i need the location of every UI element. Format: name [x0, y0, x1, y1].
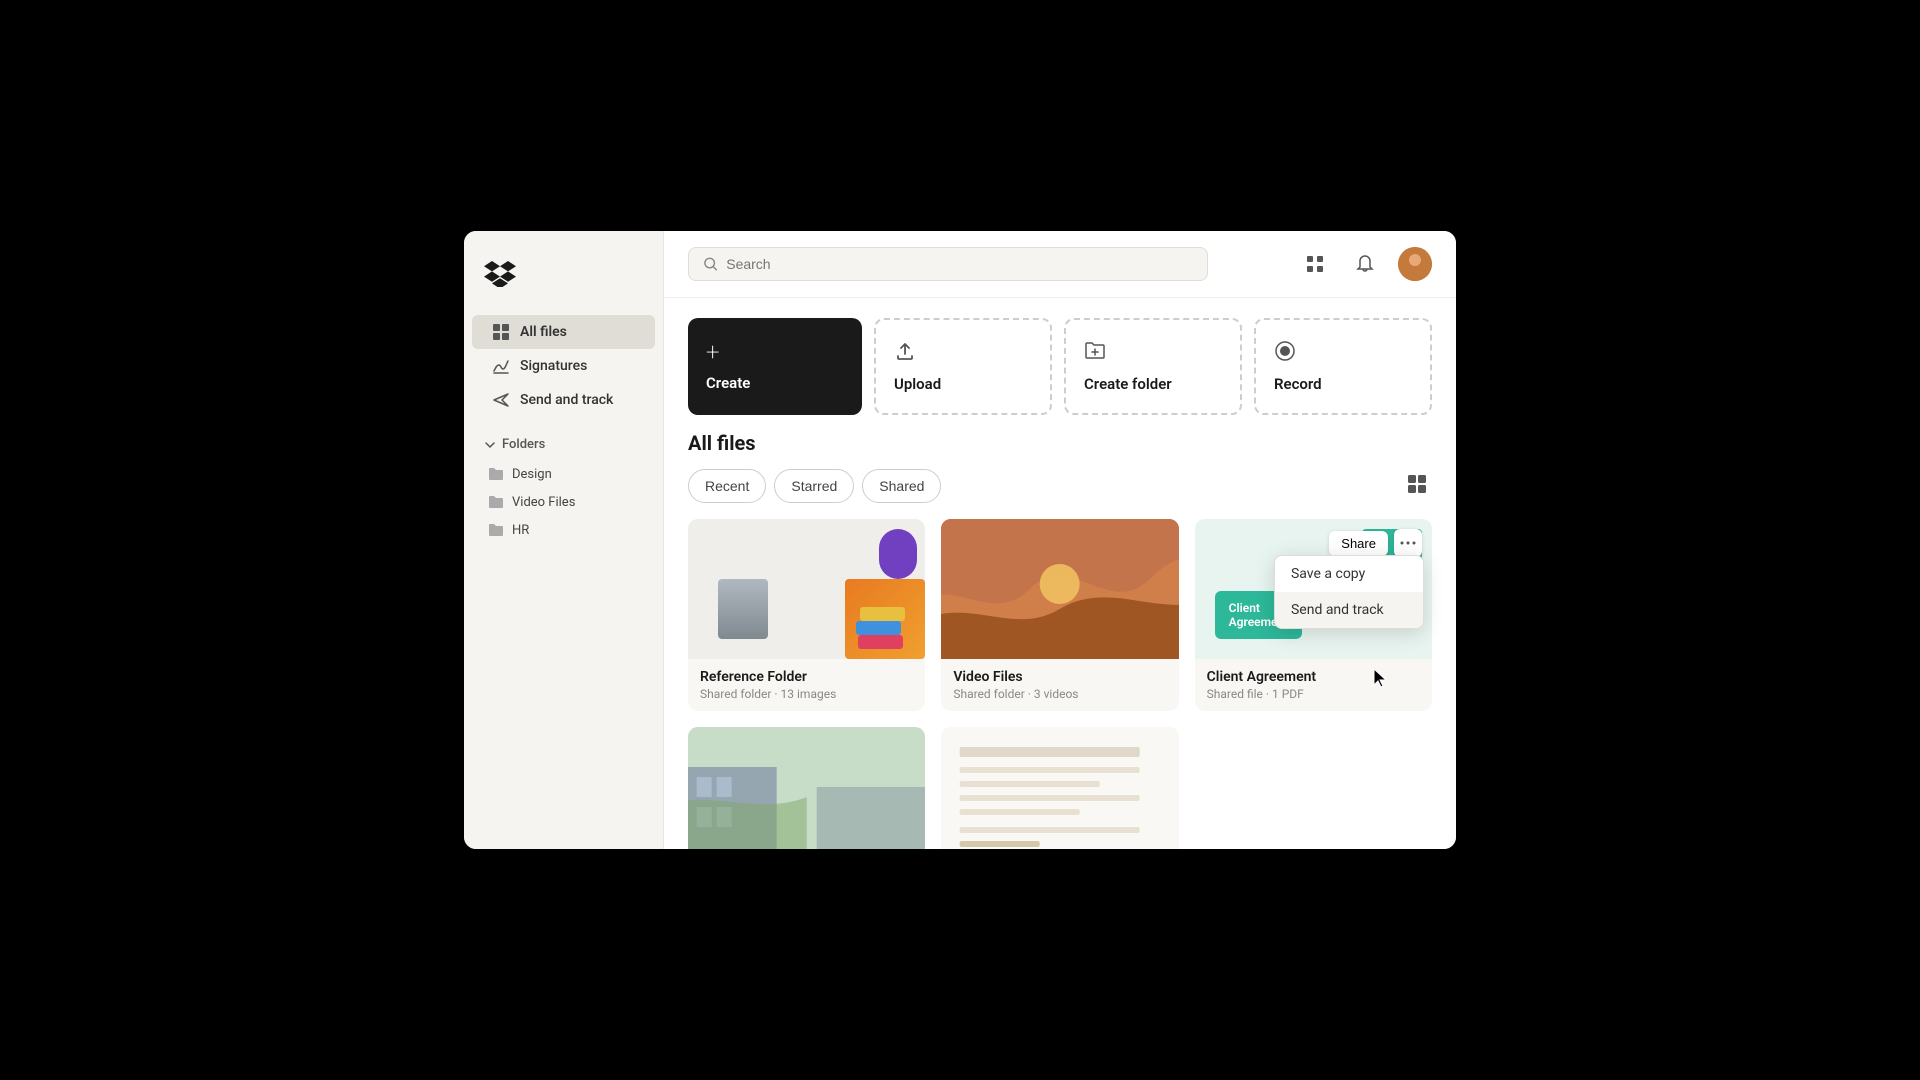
- sidebar-item-signatures-label: Signatures: [520, 358, 587, 374]
- file-name: Video Files: [953, 669, 1166, 685]
- record-icon: [1274, 340, 1296, 367]
- search-input[interactable]: [726, 256, 1193, 272]
- file-thumbnail-bottom-2: [941, 727, 1178, 849]
- folder-hr-label: HR: [512, 523, 529, 538]
- layer-red: [858, 635, 903, 649]
- folder-design[interactable]: Design: [484, 460, 643, 488]
- create-label: Create: [706, 374, 750, 392]
- header: [664, 231, 1456, 298]
- ellipsis-icon: [1400, 541, 1416, 545]
- dropbox-logo-icon: [484, 259, 516, 287]
- sidebar: All files Signatures Send and track: [464, 231, 664, 849]
- search-icon: [703, 256, 718, 272]
- create-folder-button[interactable]: Create folder: [1064, 318, 1242, 415]
- file-card-bottom-1[interactable]: [688, 727, 925, 849]
- folder-video-files[interactable]: Video Files: [484, 488, 643, 516]
- record-button[interactable]: Record: [1254, 318, 1432, 415]
- grid-apps-button[interactable]: [1298, 247, 1332, 281]
- apps-grid-icon: [1305, 254, 1325, 274]
- file-name: Client Agreement: [1207, 669, 1420, 685]
- files-grid-row2: [688, 727, 1432, 849]
- header-actions: [1298, 247, 1432, 281]
- card-actions: Share: [1329, 529, 1422, 557]
- create-folder-label: Create folder: [1084, 375, 1172, 393]
- grid-layout-icon: [1406, 473, 1428, 495]
- layer-blue: [856, 621, 901, 635]
- upload-label: Upload: [894, 375, 941, 393]
- file-meta: Shared file · 1 PDF: [1207, 687, 1420, 701]
- files-section: All files Recent Starred Shared: [664, 431, 1456, 849]
- file-info: Video Files Shared folder · 3 videos: [941, 659, 1178, 711]
- building-graphic: [688, 727, 925, 849]
- send-track-icon: [492, 391, 510, 409]
- search-bar[interactable]: [688, 247, 1208, 281]
- signatures-icon: [492, 357, 510, 375]
- sidebar-item-all-files-label: All files: [520, 324, 567, 340]
- folders-label: Folders: [502, 437, 545, 452]
- bell-icon: [1355, 254, 1375, 274]
- folder-design-label: Design: [512, 467, 552, 482]
- purple-accent: [879, 529, 917, 579]
- upload-button[interactable]: Upload: [874, 318, 1052, 415]
- file-thumbnail-bottom-1: [688, 727, 925, 849]
- avatar-image: [1398, 247, 1432, 281]
- sidebar-item-send-track-label: Send and track: [520, 392, 613, 408]
- folder-icon: [488, 494, 504, 510]
- file-card-video-files[interactable]: Video Files Shared folder · 3 videos: [941, 519, 1178, 711]
- more-options-button[interactable]: [1394, 529, 1422, 557]
- upload-icon: [894, 340, 916, 367]
- empty-cell: [1195, 727, 1432, 849]
- file-meta: Shared folder · 13 images: [700, 687, 913, 701]
- document-graphic: [941, 727, 1178, 849]
- action-cards: + Create Upload: [664, 298, 1456, 431]
- folder-plus-icon: [1084, 340, 1106, 367]
- file-name: Reference Folder: [700, 669, 913, 685]
- tab-shared[interactable]: Shared: [862, 469, 941, 503]
- collage-layers: [850, 601, 905, 651]
- grid-view-toggle[interactable]: [1402, 469, 1432, 503]
- plus-icon: +: [706, 338, 720, 366]
- file-card-bottom-2[interactable]: [941, 727, 1178, 849]
- file-info: Reference Folder Shared folder · 13 imag…: [688, 659, 925, 711]
- context-menu: Save a copy Send and track: [1274, 555, 1424, 629]
- file-meta: Shared folder · 3 videos: [953, 687, 1166, 701]
- filter-tabs: Recent Starred Shared: [688, 469, 1432, 503]
- sidebar-logo: [464, 251, 663, 315]
- tab-recent[interactable]: Recent: [688, 469, 766, 503]
- create-button[interactable]: + Create: [688, 318, 862, 415]
- layer-yellow: [860, 607, 905, 621]
- wave-graphic: [941, 519, 1178, 659]
- file-thumbnail: [941, 519, 1178, 659]
- all-files-icon: [492, 323, 510, 341]
- avatar[interactable]: [1398, 247, 1432, 281]
- files-title: All files: [688, 431, 1432, 455]
- folder-hr[interactable]: HR: [484, 516, 643, 544]
- collage-person: [718, 579, 768, 639]
- record-label: Record: [1274, 375, 1322, 393]
- chevron-down-icon: [484, 439, 496, 451]
- sidebar-item-send-and-track[interactable]: Send and track: [472, 383, 655, 417]
- sidebar-nav: All files Signatures Send and track: [464, 315, 663, 417]
- folders-section: Folders Design Video Files HR: [464, 437, 663, 544]
- sidebar-item-all-files[interactable]: All files: [472, 315, 655, 349]
- context-save-copy[interactable]: Save a copy: [1275, 556, 1423, 592]
- folder-video-files-label: Video Files: [512, 495, 575, 510]
- file-info: Client Agreement Shared file · 1 PDF: [1195, 659, 1432, 711]
- sidebar-item-signatures[interactable]: Signatures: [472, 349, 655, 383]
- tab-starred[interactable]: Starred: [774, 469, 854, 503]
- main-content: + Create Upload: [664, 231, 1456, 849]
- file-card-reference-folder[interactable]: Reference Folder Shared folder · 13 imag…: [688, 519, 925, 711]
- files-grid: Reference Folder Shared folder · 13 imag…: [688, 519, 1432, 711]
- share-button[interactable]: Share: [1329, 531, 1388, 556]
- context-send-track[interactable]: Send and track: [1275, 592, 1423, 628]
- folder-icon: [488, 466, 504, 482]
- folder-icon: [488, 522, 504, 538]
- file-thumbnail: [688, 519, 925, 659]
- notifications-button[interactable]: [1348, 247, 1382, 281]
- folders-header[interactable]: Folders: [484, 437, 643, 452]
- file-card-client-agreement[interactable]: ClientAgreement Share: [1195, 519, 1432, 711]
